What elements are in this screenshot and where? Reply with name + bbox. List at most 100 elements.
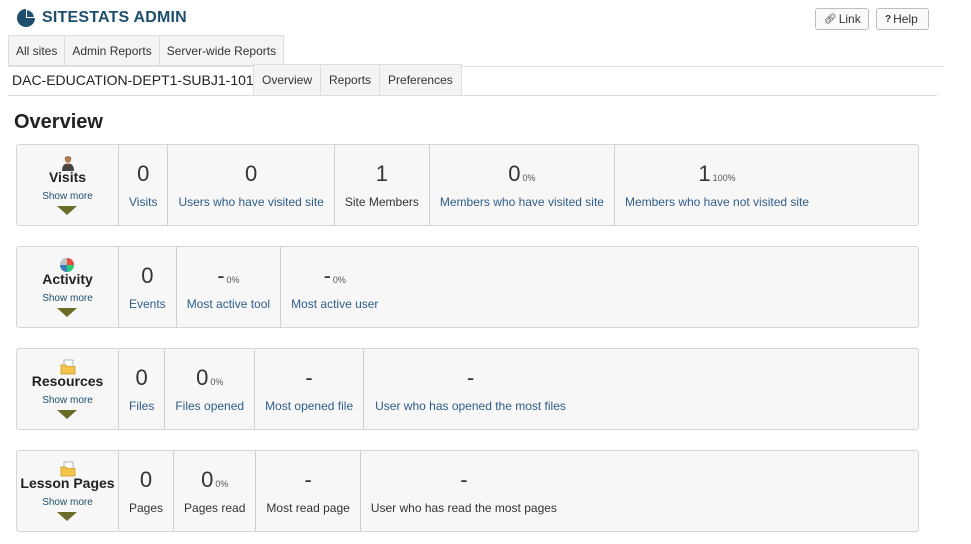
panel-header: Lesson Pages Show more [17, 451, 118, 531]
stat-label: Pages read [184, 501, 246, 515]
link-button[interactable]: 🔗︎ Link [815, 8, 869, 30]
stat-label-link[interactable]: Users who have visited site [178, 195, 323, 209]
app-title: SITESTATS ADMIN [42, 9, 187, 26]
stat-number: - [323, 263, 331, 288]
stat-user-most-pages: - User who has read the most pages [359, 451, 567, 531]
page-title: Overview [14, 111, 103, 133]
stat-value: 0 [245, 160, 257, 188]
stat-number: - [304, 467, 312, 492]
stat-label-link[interactable]: Members who have not visited site [625, 195, 809, 209]
stat-number: 0 [508, 161, 521, 186]
tab-server-wide-reports[interactable]: Server-wide Reports [158, 35, 285, 66]
stat-label: Site Members [344, 195, 419, 209]
stat-label-link[interactable]: Visits [129, 195, 157, 209]
panel-header: Visits Show more [17, 145, 118, 225]
activity-panel: Activity Show more 0 Events -0% Most act… [16, 246, 919, 328]
panel-title: Lesson Pages [20, 475, 115, 491]
show-more-link[interactable]: Show more [17, 293, 118, 304]
help-button[interactable]: ? Help [876, 8, 929, 30]
stat-pages: 0 Pages [118, 451, 173, 531]
stat-label: Pages [129, 501, 164, 515]
visits-panel: Visits Show more 0 Visits 0 Users who ha… [16, 144, 919, 226]
panel-title: Visits [48, 169, 87, 185]
stat-label-link[interactable]: User who has opened the most files [375, 399, 566, 413]
pie-chart-icon [17, 9, 35, 27]
stat-members-visited: 0 0% Members who have visited site [428, 145, 614, 225]
stat-value: 0 0% [196, 364, 223, 392]
stat-number: 1 [698, 161, 711, 186]
tab-all-sites[interactable]: All sites [8, 35, 66, 66]
stat-members-not-visited: 1 100% Members who have not visited site [613, 145, 819, 225]
stat-percent: 0% [522, 173, 536, 183]
panel-header: Activity Show more [17, 247, 118, 327]
stat-percent: 0% [332, 275, 346, 285]
stats-row: 0 Files 0 0% Files opened - Most opened f… [118, 349, 577, 429]
stat-value: - [460, 466, 467, 494]
stat-value: -0% [324, 262, 346, 290]
stat-number: 0 [201, 467, 214, 492]
stat-most-active-user: -0% Most active user [280, 247, 388, 327]
show-more-link[interactable]: Show more [17, 497, 118, 508]
stat-percent: 0% [215, 479, 229, 489]
stat-value: 0 0% [508, 160, 535, 188]
stat-most-opened-file: - Most opened file [254, 349, 363, 429]
app-brand: SITESTATS ADMIN [16, 8, 187, 28]
panel-title: Resources [31, 373, 104, 389]
stat-number: 0 [245, 161, 258, 186]
tab-overview[interactable]: Overview [253, 64, 322, 96]
stat-files-opened: 0 0% Files opened [164, 349, 254, 429]
stat-users-visited: 0 Users who have visited site [167, 145, 333, 225]
expand-arrow-icon[interactable] [57, 512, 77, 521]
stat-value: 0 [136, 364, 148, 392]
stat-value: - [304, 466, 311, 494]
help-button-label: Help [893, 12, 918, 26]
site-name: DAC-EDUCATION-DEPT1-SUBJ1-101 [12, 72, 254, 88]
stat-value: 0 [140, 466, 152, 494]
stat-number: - [466, 365, 475, 390]
help-icon: ? [885, 13, 892, 25]
stat-label-link[interactable]: Members who have visited site [440, 195, 604, 209]
show-more-link[interactable]: Show more [17, 191, 118, 202]
stat-value: 1 100% [698, 160, 735, 188]
stat-label: User who has read the most pages [370, 501, 557, 515]
stat-visits: 0 Visits [118, 145, 167, 225]
stat-value: - [305, 364, 312, 392]
stat-value: - [467, 364, 474, 392]
stat-most-active-tool: -0% Most active tool [175, 247, 280, 327]
expand-arrow-icon[interactable] [57, 308, 77, 317]
stat-value: -0% [217, 262, 239, 290]
stat-site-members: 1 Site Members [333, 145, 429, 225]
link-button-label: Link [838, 12, 861, 26]
stat-label-link[interactable]: Files [129, 399, 154, 413]
stat-number: 0 [139, 467, 153, 492]
stat-label-link[interactable]: Files opened [175, 399, 244, 413]
stats-row: 0 Pages 0 0% Pages read - Most read page … [118, 451, 567, 531]
stat-label-link[interactable]: Events [129, 297, 166, 311]
stat-label-link[interactable]: Most active user [291, 297, 378, 311]
stat-pages-read: 0 0% Pages read [173, 451, 255, 531]
stat-percent: 0% [226, 275, 240, 285]
stat-number: - [460, 467, 468, 492]
stat-label-link[interactable]: Most active tool [187, 297, 270, 311]
tab-admin-reports[interactable]: Admin Reports [64, 35, 160, 66]
stat-value: 0 [137, 160, 149, 188]
stat-value: 1 [376, 160, 388, 188]
panel-title: Activity [42, 271, 93, 287]
stat-number: - [217, 263, 225, 288]
stat-number: 0 [196, 365, 209, 390]
tab-preferences[interactable]: Preferences [379, 64, 462, 96]
panel-header: Resources Show more [17, 349, 118, 429]
stats-row: 0 Visits 0 Users who have visited site 1… [118, 145, 819, 225]
stat-label-link[interactable]: Most opened file [265, 399, 353, 413]
expand-arrow-icon[interactable] [57, 410, 77, 419]
divider [8, 95, 937, 96]
expand-arrow-icon[interactable] [57, 206, 77, 215]
tab-reports[interactable]: Reports [320, 64, 381, 96]
stat-number: - [305, 365, 313, 390]
stat-events: 0 Events [118, 247, 176, 327]
link-icon: 🔗︎ [824, 13, 837, 25]
stat-number: 1 [375, 161, 388, 186]
show-more-link[interactable]: Show more [17, 395, 118, 406]
stat-label: Most read page [266, 501, 350, 515]
resources-panel: Resources Show more 0 Files 0 0% Files op… [16, 348, 919, 430]
